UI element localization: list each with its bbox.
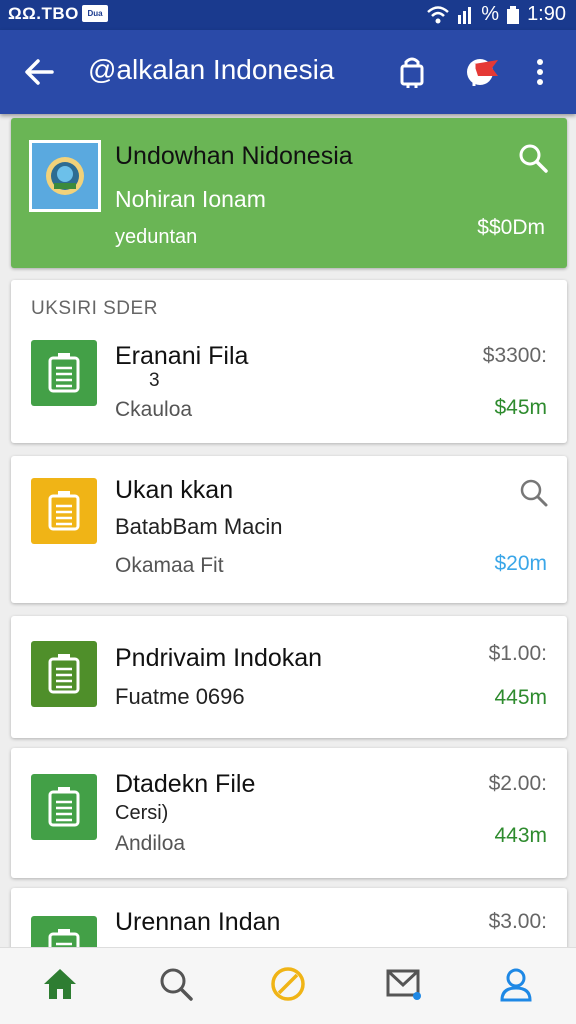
blocked-icon[interactable] xyxy=(264,960,312,1008)
list-item[interactable]: Ukan kkan BatabBam Macin Okamaa Fit $20m xyxy=(11,456,567,603)
item-detail: Cersi) xyxy=(115,802,169,824)
search-icon[interactable] xyxy=(519,478,549,508)
item-meta: Ckauloa xyxy=(115,398,193,421)
more-vert-icon[interactable] xyxy=(530,54,550,90)
item-meta: Andiloa xyxy=(115,832,186,855)
item-detail: 3 xyxy=(149,370,160,391)
featured-caption: yeduntan xyxy=(115,226,198,248)
item-name: Ukan kkan xyxy=(115,476,234,504)
file-icon xyxy=(31,641,97,707)
item-detail: Fuatme 0696 xyxy=(115,684,245,709)
featured-price: $$0Dm xyxy=(477,216,545,239)
item-price: $2.00: xyxy=(488,772,547,795)
item-meta: Okamaa Fit xyxy=(115,554,224,577)
bottom-nav xyxy=(0,947,576,1024)
status-bar: ΩΩ.TBO Dua % 1:90 xyxy=(0,0,576,30)
profile-icon[interactable] xyxy=(492,960,540,1008)
page-title: @alkalan Indonesia xyxy=(88,54,335,85)
featured-card[interactable]: Undowhan Nidonesia Nohiran Ionam yedunta… xyxy=(11,118,567,268)
file-icon xyxy=(31,774,97,840)
item-name: Dtadekn File xyxy=(115,770,256,798)
mail-icon[interactable] xyxy=(380,960,428,1008)
featured-subtitle: Nohiran Ionam xyxy=(115,186,266,212)
featured-thumbnail xyxy=(29,140,101,212)
flag-icon[interactable] xyxy=(464,54,500,90)
item-amount: 443m xyxy=(494,824,547,847)
app-bar: @alkalan Indonesia xyxy=(0,30,576,114)
item-amount: $20m xyxy=(494,552,547,575)
list-item[interactable]: Pndrivaim Indokan Fuatme 0696 $1.00: 445… xyxy=(11,616,567,738)
featured-title: Undowhan Nidonesia xyxy=(115,142,353,170)
item-name: Pndrivaim Indokan xyxy=(115,644,323,672)
signal-icon xyxy=(456,5,474,25)
battery-icon xyxy=(506,5,520,25)
search-icon[interactable] xyxy=(517,142,549,174)
item-price: $3300: xyxy=(482,344,547,367)
item-detail: BatabBam Macin xyxy=(115,514,283,539)
list-item[interactable]: Dtadekn File Cersi) Andiloa $2.00: 443m xyxy=(11,748,567,878)
item-amount: $45m xyxy=(494,396,547,419)
section-header: UKSIRI SDER xyxy=(31,298,158,319)
bag-icon[interactable] xyxy=(394,54,430,90)
item-price: $3.00: xyxy=(488,910,547,933)
search-icon[interactable] xyxy=(152,960,200,1008)
item-amount: 445m xyxy=(494,686,547,709)
item-price: $1.00: xyxy=(488,642,547,665)
item-name: Eranani Fila xyxy=(115,342,249,370)
file-icon xyxy=(31,340,97,406)
item-name: Urennan Indan xyxy=(115,908,281,936)
status-icons: % 1:90 xyxy=(427,3,566,26)
file-icon xyxy=(31,478,97,544)
home-icon[interactable] xyxy=(36,960,84,1008)
wifi-icon xyxy=(427,5,450,25)
battery-text: % xyxy=(481,3,500,25)
section-card[interactable]: UKSIRI SDER Eranani Fila 3 Ckauloa $3300… xyxy=(11,280,567,443)
status-chip: Dua xyxy=(82,5,108,22)
clock: 1:90 xyxy=(527,3,566,25)
carrier-label: ΩΩ.TBO xyxy=(8,4,79,23)
back-arrow-icon[interactable] xyxy=(22,56,56,88)
